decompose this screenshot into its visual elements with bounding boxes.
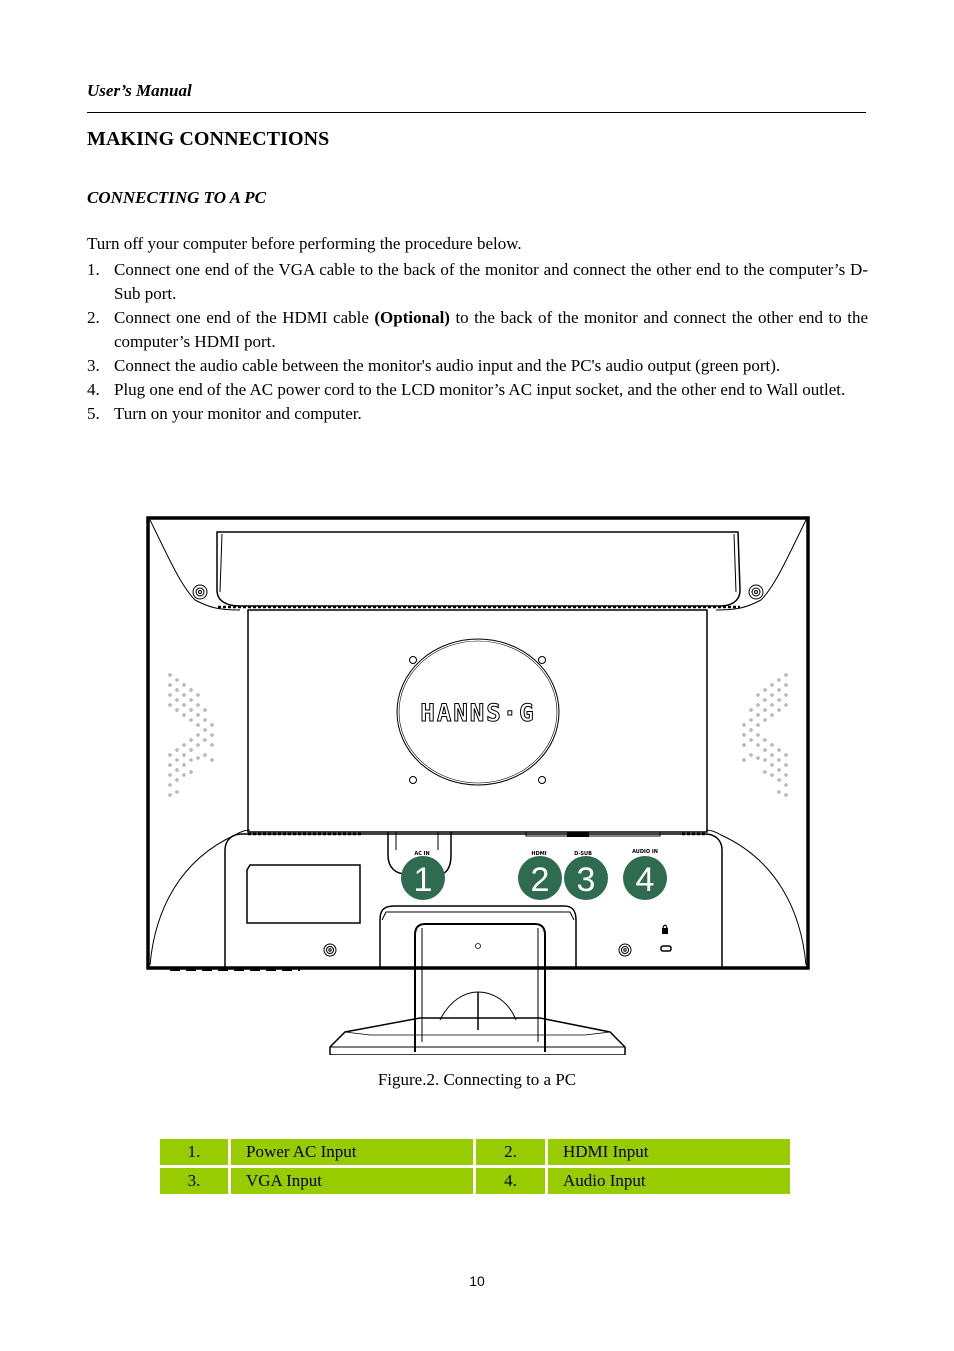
step-text: Connect one end of the VGA cable to the …: [114, 260, 868, 303]
running-head: User’s Manual: [87, 81, 192, 100]
stand-neck: [414, 923, 546, 1052]
step-text: Connect the audio cable between the moni…: [114, 356, 781, 375]
step-number: 2.: [87, 308, 100, 327]
callout-4: 4: [636, 861, 655, 899]
monitor-back-figure: HANNS·G AC IN HDMI D-SUB AUDIO IN 1 2 3 …: [146, 516, 810, 1055]
right-speaker-grille: [742, 673, 788, 797]
callout-1: 1: [414, 861, 433, 899]
step-number: 3.: [87, 356, 100, 375]
upper-recess: [216, 531, 741, 607]
step-item: 2. Connect one end of the HDMI cable (Opt…: [87, 306, 868, 354]
legend-label: VGA Input: [231, 1168, 473, 1194]
brand-logo: HANNS·G: [420, 699, 535, 727]
legend-number: 2.: [476, 1139, 545, 1165]
port-legend-table: 1. Power AC Input 2. HDMI Input 3. VGA I…: [157, 1136, 793, 1197]
step-bold-text: (Optional): [374, 308, 450, 327]
step-item: 3. Connect the audio cable between the mo…: [87, 354, 868, 378]
table-row: 3. VGA Input 4. Audio Input: [160, 1168, 790, 1194]
step-item: 4. Plug one end of the AC power cord to t…: [87, 378, 868, 402]
header-rule: [87, 112, 866, 113]
legend-label: Power AC Input: [231, 1139, 473, 1165]
stand-hinge: [379, 905, 577, 968]
step-item: 5. Turn on your monitor and computer.: [87, 402, 868, 426]
step-text: Turn on your monitor and computer.: [114, 404, 362, 423]
step-item: 1. Connect one end of the VGA cable to th…: [87, 258, 868, 306]
section-title: MAKING CONNECTIONS: [87, 128, 330, 150]
label-plate: [246, 864, 361, 924]
figure-caption: Figure.2. Connecting to a PC: [377, 1070, 577, 1089]
intro-text: Turn off your computer before performing…: [87, 234, 522, 253]
legend-number: 4.: [476, 1168, 545, 1194]
step-number: 5.: [87, 404, 100, 423]
page-number: 10: [469, 1273, 485, 1289]
port-label-dsub: D-SUB: [574, 851, 592, 857]
steps-list: 1. Connect one end of the VGA cable to th…: [87, 258, 868, 426]
callout-2: 2: [531, 861, 550, 899]
legend-number: 3.: [160, 1168, 228, 1194]
left-speaker-grille: [168, 673, 214, 797]
legend-label: HDMI Input: [548, 1139, 790, 1165]
step-number: 4.: [87, 380, 100, 399]
step-text: Plug one end of the AC power cord to the…: [114, 380, 846, 399]
callout-3: 3: [577, 861, 596, 899]
port-label-audio: AUDIO IN: [632, 849, 658, 855]
table-row: 1. Power AC Input 2. HDMI Input: [160, 1139, 790, 1165]
subsection-title: CONNECTING TO A PC: [87, 188, 266, 207]
legend-label: Audio Input: [548, 1168, 790, 1194]
legend-number: 1.: [160, 1139, 228, 1165]
step-number: 1.: [87, 260, 100, 279]
step-text: Connect one end of the HDMI cable: [114, 308, 375, 327]
